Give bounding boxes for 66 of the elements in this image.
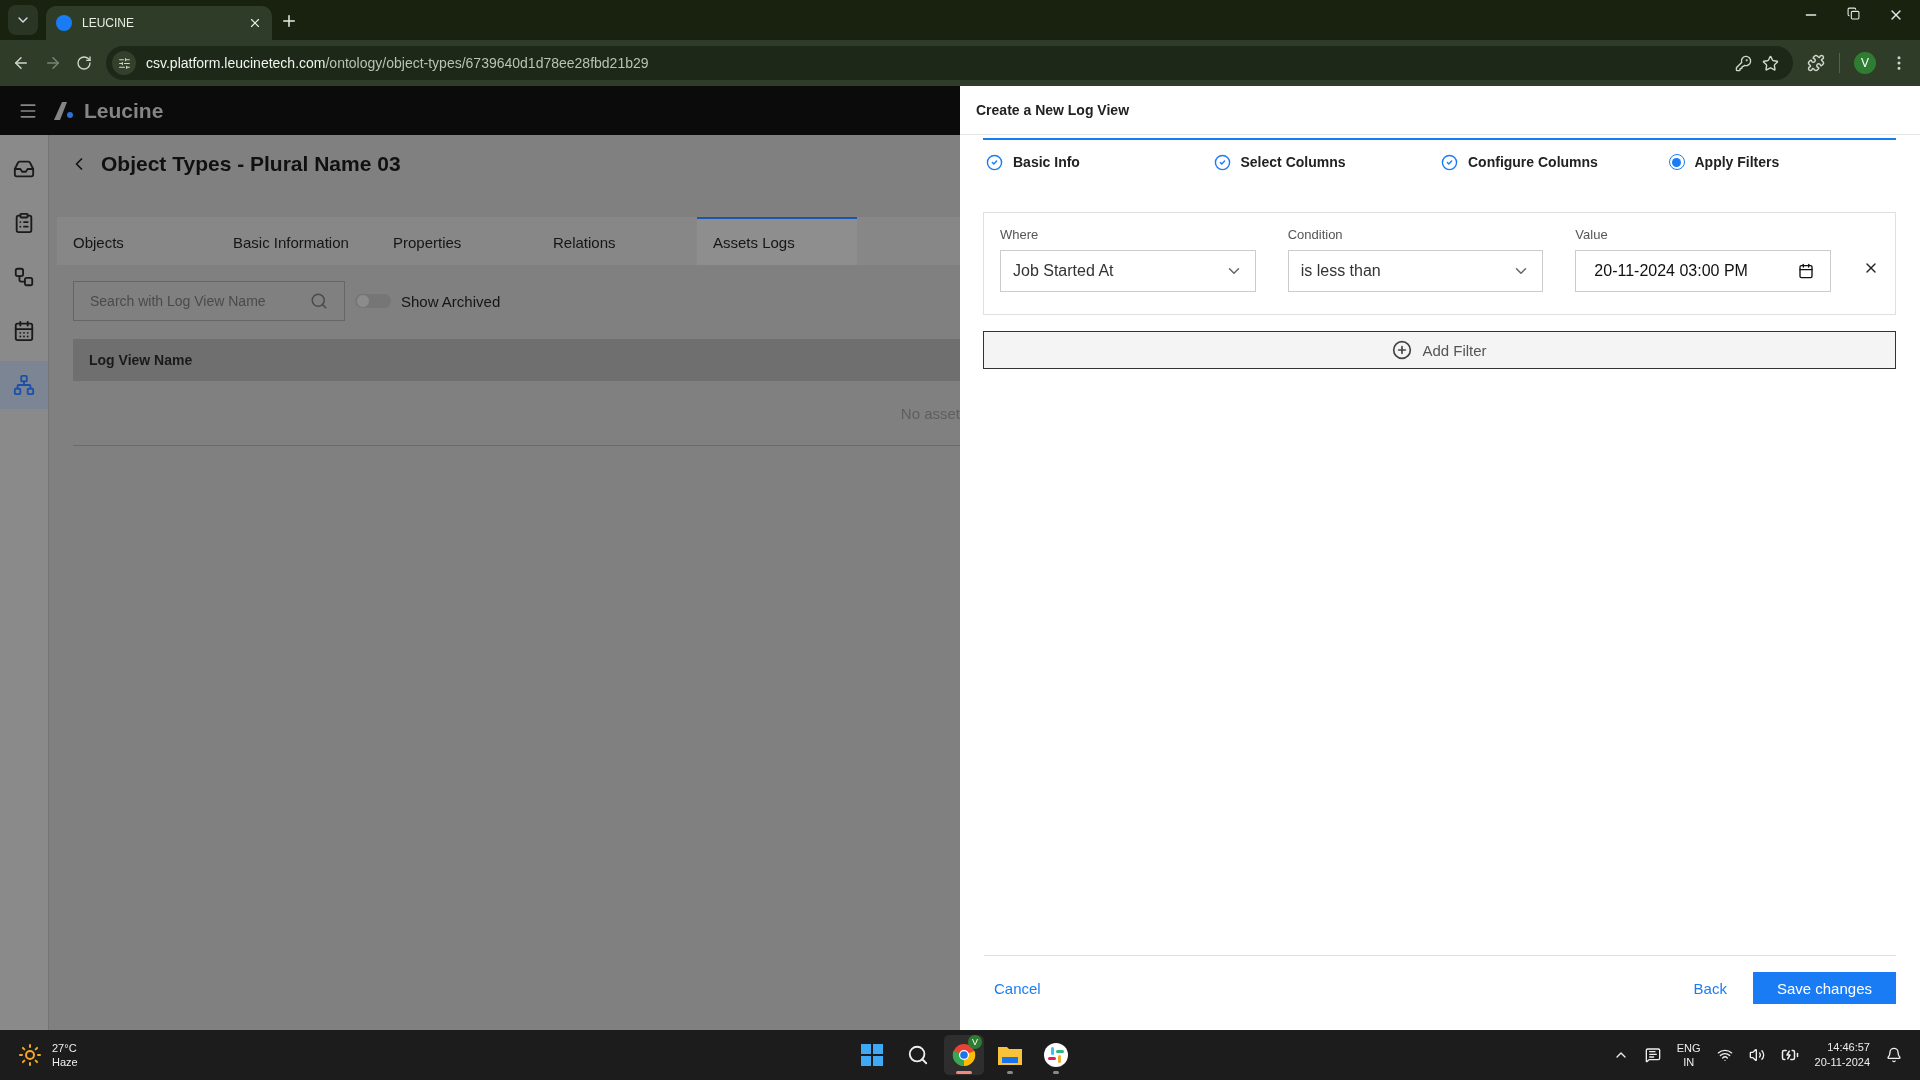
field-label: Value xyxy=(1575,227,1609,242)
profile-avatar[interactable]: V xyxy=(1854,52,1876,74)
page-tab[interactable]: Basic Information xyxy=(217,217,377,265)
step-label: Configure Columns xyxy=(1468,154,1598,170)
inbox-icon xyxy=(13,158,35,180)
page-tab[interactable]: Assets Logs xyxy=(697,217,857,265)
calendar-icon xyxy=(13,320,35,342)
forward-icon[interactable] xyxy=(44,54,62,72)
restore-icon[interactable] xyxy=(1847,7,1860,20)
brand-name: Leucine xyxy=(84,98,164,123)
back-link[interactable]: Back xyxy=(1683,973,1737,1003)
key-icon[interactable] xyxy=(1735,54,1752,72)
hierarchy-icon xyxy=(13,374,35,396)
checklist-icon xyxy=(13,212,35,234)
new-tab-icon[interactable] xyxy=(280,12,298,30)
cancel-link[interactable]: Cancel xyxy=(984,973,1051,1003)
drawer-title: Create a New Log View xyxy=(960,86,1920,135)
field-label: Where xyxy=(1000,227,1040,242)
star-icon[interactable] xyxy=(1762,54,1779,72)
search-icon xyxy=(907,1044,929,1066)
clock[interactable]: 14:46:57 20-11-2024 xyxy=(1814,1040,1870,1070)
reload-icon[interactable] xyxy=(76,55,92,71)
taskbar-app[interactable]: V xyxy=(944,1035,984,1075)
extensions-icon[interactable] xyxy=(1807,54,1825,72)
flowchart-icon xyxy=(13,266,35,288)
site-favicon-icon xyxy=(56,15,72,31)
tab-title: LEUCINE xyxy=(82,16,134,30)
browser-tab[interactable]: LEUCINE xyxy=(46,6,272,40)
page-tab[interactable]: Objects xyxy=(57,217,217,265)
browser-logo-icon xyxy=(952,1043,976,1067)
wifi-icon[interactable] xyxy=(1716,1047,1733,1063)
chat-app-icon xyxy=(1044,1043,1068,1067)
toggle-label: Show Archived xyxy=(401,292,501,310)
notification-icon[interactable] xyxy=(1886,1047,1902,1063)
language-indicator[interactable]: ENG IN xyxy=(1676,1041,1701,1069)
page-tab[interactable]: Relations xyxy=(537,217,697,265)
where-dropdown[interactable]: Job Started At xyxy=(1000,250,1256,292)
back-icon[interactable] xyxy=(12,54,30,72)
folder-icon xyxy=(998,1045,1022,1065)
add-filter-button[interactable]: Add Filter xyxy=(983,331,1896,369)
weather-icon xyxy=(18,1043,42,1067)
notes-icon[interactable] xyxy=(1644,1047,1661,1063)
temperature: 27°C xyxy=(52,1041,78,1055)
calendar-icon xyxy=(1798,263,1814,279)
search-icon xyxy=(310,292,328,310)
column-header: Log View Name xyxy=(73,339,960,381)
date-field[interactable]: 20-11-2024 03:00 PM xyxy=(1575,250,1831,292)
page-tab[interactable]: Properties xyxy=(377,217,537,265)
url-text: csv.platform.leucinetech.com/ontology/object-types/6739640d1d78ee28fbd21b29 xyxy=(146,55,649,71)
step-label: Apply Filters xyxy=(1694,154,1780,170)
step-label: Basic Info xyxy=(1013,154,1080,170)
field-label: Condition xyxy=(1287,227,1344,242)
site-settings-icon[interactable] xyxy=(112,51,136,75)
page-title: Object Types - Plural Name 03 xyxy=(101,152,401,176)
weather-condition: Haze xyxy=(52,1055,78,1069)
close-tab-icon[interactable] xyxy=(248,16,262,30)
address-bar[interactable]: csv.platform.leucinetech.com/ontology/object-types/6739640d1d78ee28fbd21b29 xyxy=(106,46,1793,80)
logo-icon xyxy=(52,99,76,122)
profile-badge: V xyxy=(968,1035,982,1049)
step-label: Select Columns xyxy=(1240,154,1346,170)
condition-dropdown[interactable]: is less than xyxy=(1287,250,1544,292)
tab-list-button[interactable] xyxy=(8,5,38,35)
windows-logo-icon xyxy=(861,1044,883,1066)
volume-icon[interactable] xyxy=(1748,1047,1765,1063)
save-button[interactable]: Save changes xyxy=(1752,972,1896,1004)
plus-circle-icon xyxy=(1392,340,1413,360)
